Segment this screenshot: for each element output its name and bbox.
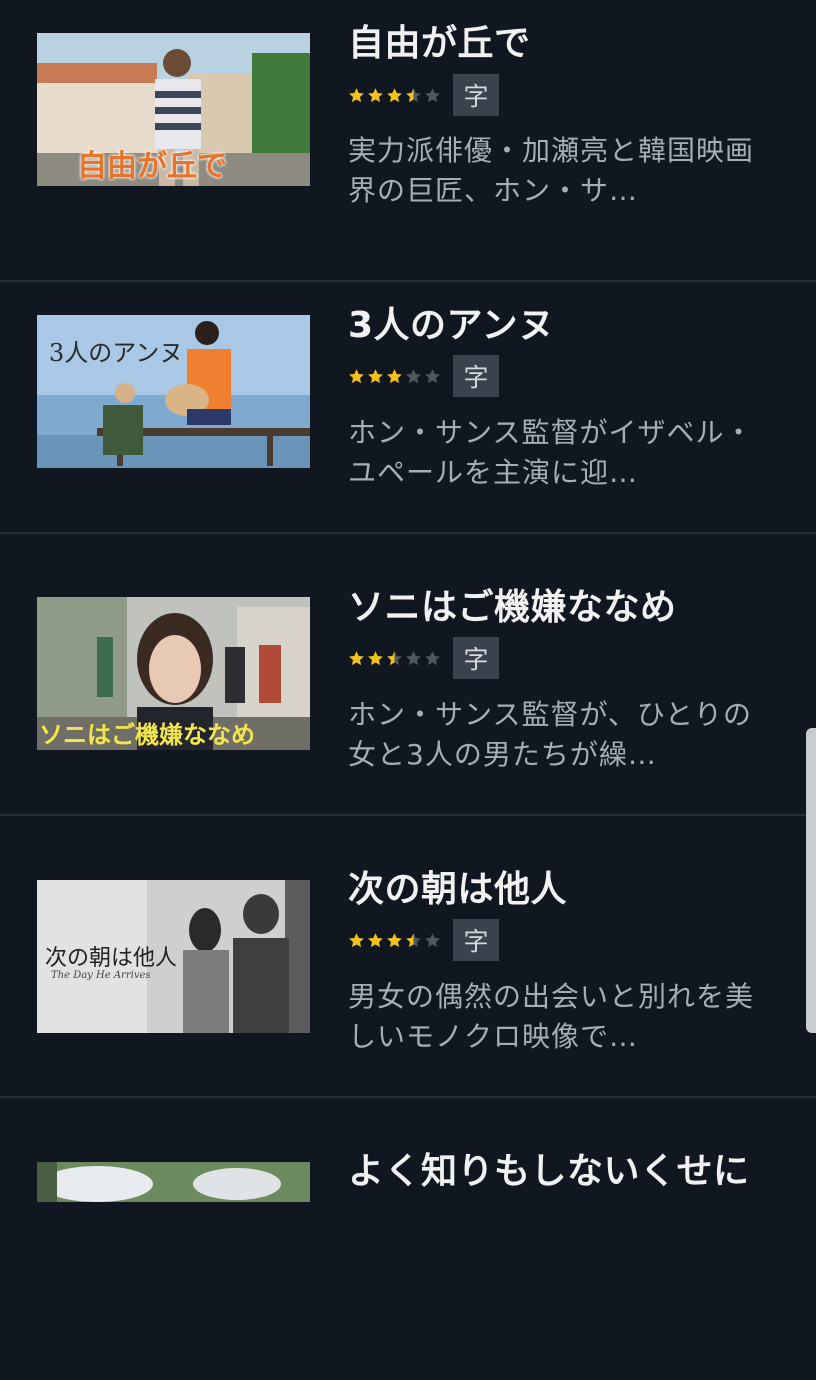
- movie-meta: 字: [348, 919, 499, 961]
- movie-thumbnail[interactable]: ソニはご機嫌ななめ: [37, 597, 310, 750]
- star-full-icon: [368, 650, 383, 665]
- star-empty-icon: [425, 932, 440, 947]
- subtitle-badge: 字: [453, 919, 499, 961]
- star-full-icon: [349, 650, 364, 665]
- subtitle-badge: 字: [453, 74, 499, 116]
- star-empty-icon: [406, 368, 421, 383]
- movie-description: 実力派俳優・加瀬亮と韓国映画界の巨匠、ホン・サ…: [348, 134, 755, 207]
- movie-meta: 字: [348, 74, 499, 116]
- movie-thumbnail[interactable]: [37, 1162, 310, 1202]
- poster-title: ソニはご機嫌ななめ: [39, 720, 255, 749]
- poster-title: 次の朝は他人: [45, 946, 178, 971]
- movie-description: 男女の偶然の出会いと別れを美しいモノクロ映像で…: [348, 980, 755, 1053]
- star-full-icon: [387, 87, 402, 102]
- movie-meta: 字: [348, 637, 499, 679]
- movie-title[interactable]: 次の朝は他人: [348, 860, 567, 912]
- star-full-icon: [349, 368, 364, 383]
- poster-subtitle: The Day He Arrives: [51, 970, 151, 981]
- subtitle-badge: 字: [453, 355, 499, 397]
- scrollbar[interactable]: [806, 728, 816, 1033]
- star-full-icon: [368, 368, 383, 383]
- movie-thumbnail[interactable]: 自由が丘で: [37, 33, 310, 186]
- movie-title[interactable]: ソニはご機嫌ななめ: [348, 578, 677, 630]
- star-half-icon: [406, 87, 421, 102]
- list-item[interactable]: よく知りもしないくせに: [0, 1098, 816, 1380]
- subtitle-badge: 字: [453, 637, 499, 679]
- rating-stars: [348, 87, 441, 104]
- list-item[interactable]: 自由が丘で 自由が丘で 字 実力派俳優・加瀬亮と韓国映画界の巨匠、ホン・サ…: [0, 0, 816, 282]
- movie-description: ホン・サンス監督がイザベル・ユペールを主演に迎…: [348, 416, 754, 489]
- list-item[interactable]: 3人のアンヌ 3人のアンヌ 字 ホン・サンス監督がイザベル・ユペールを主演に迎…: [0, 252, 816, 534]
- movie-title[interactable]: 自由が丘で: [348, 14, 531, 66]
- rating-stars: [348, 650, 441, 667]
- movie-thumbnail[interactable]: 次の朝は他人 The Day He Arrives: [37, 880, 310, 1033]
- movie-title[interactable]: よく知りもしないくせに: [348, 1142, 750, 1194]
- poster-title: 3人のアンヌ: [49, 339, 184, 367]
- movie-thumbnail[interactable]: 3人のアンヌ: [37, 315, 310, 468]
- star-empty-icon: [406, 650, 421, 665]
- star-full-icon: [368, 87, 383, 102]
- star-empty-icon: [425, 650, 440, 665]
- rating-stars: [348, 368, 441, 385]
- poster-title: 自由が丘で: [77, 149, 227, 184]
- star-empty-icon: [425, 368, 440, 383]
- star-half-icon: [387, 650, 402, 665]
- movie-meta: 字: [348, 355, 499, 397]
- star-empty-icon: [425, 87, 440, 102]
- star-full-icon: [349, 932, 364, 947]
- star-full-icon: [387, 932, 402, 947]
- movie-description: ホン・サンス監督が、ひとりの女と3人の男たちが繰…: [348, 698, 753, 771]
- star-full-icon: [349, 87, 364, 102]
- poster-image: [37, 1162, 310, 1202]
- list-item[interactable]: ソニはご機嫌ななめ ソニはご機嫌ななめ 字 ホン・サンス監督が、ひとりの女と3人…: [0, 534, 816, 816]
- star-full-icon: [368, 932, 383, 947]
- list-item[interactable]: 次の朝は他人 The Day He Arrives 次の朝は他人 字 男女の偶然…: [0, 816, 816, 1098]
- star-full-icon: [387, 368, 402, 383]
- rating-stars: [348, 932, 441, 949]
- star-half-icon: [406, 932, 421, 947]
- movie-title[interactable]: 3人のアンヌ: [348, 296, 555, 348]
